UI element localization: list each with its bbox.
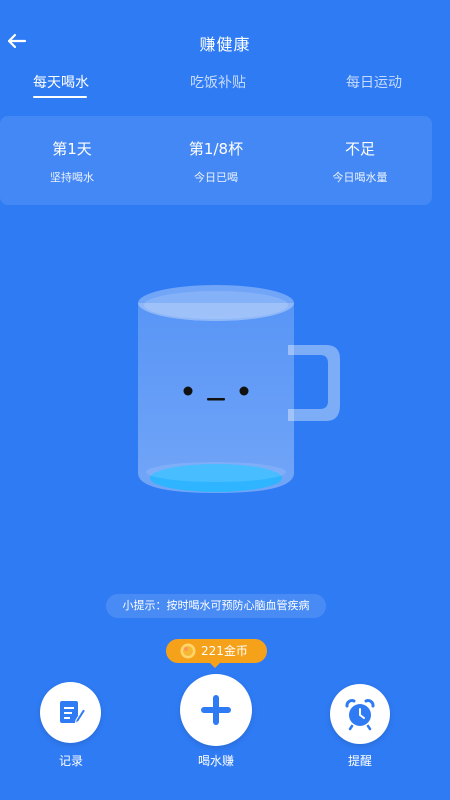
record-button[interactable]: 记录 (40, 682, 102, 772)
coin-badge-pointer (209, 662, 221, 668)
stat-label: 坚持喝水 (50, 171, 94, 184)
tab-meal-subsidy[interactable]: 吃饭补贴 (190, 72, 246, 92)
health-tip: 小提示：按时喝水可预防心脑血管疾病 (106, 594, 326, 618)
coin-text: 221金币 (201, 644, 248, 658)
drink-circle[interactable] (180, 674, 252, 746)
record-circle[interactable] (40, 682, 101, 743)
tab-daily-exercise[interactable]: 每日运动 (346, 72, 402, 92)
stat-label: 今日喝水量 (332, 171, 388, 184)
coin-badge: 221金币 (166, 639, 267, 663)
drink-earn-button[interactable]: 喝水赚 (180, 674, 252, 774)
edit-note-icon (60, 701, 87, 724)
record-label: 记录 (58, 754, 83, 768)
remind-button[interactable]: 提醒 (330, 684, 392, 772)
plus-icon (201, 695, 231, 725)
active-tab-indicator (33, 96, 87, 98)
alarm-clock-icon (345, 699, 375, 731)
remind-label: 提醒 (347, 754, 372, 768)
drink-label: 喝水赚 (197, 754, 234, 768)
water-cup-illustration (130, 275, 350, 505)
page-title: 赚健康 (199, 35, 251, 54)
tab-daily-water[interactable]: 每天喝水 (33, 72, 89, 92)
stat-value: 不足 (344, 140, 375, 158)
stat-value: 第1天 (52, 140, 92, 158)
stats-card: 第1天 坚持喝水 第1/8杯 今日已喝 不足 今日喝水量 (0, 116, 432, 205)
screen: 赚健康 每天喝水 吃饭补贴 每日运动 第1天 坚持喝水 第1/8杯 今日已喝 不… (0, 0, 450, 800)
stat-value: 第1/8杯 (188, 140, 244, 158)
stat-label: 今日已喝 (194, 171, 238, 184)
stat-streak-days: 第1天 坚持喝水 (0, 116, 144, 185)
remind-circle[interactable] (330, 684, 390, 744)
stat-water-amount: 不足 今日喝水量 (288, 116, 432, 185)
stat-cups-today: 第1/8杯 今日已喝 (144, 116, 288, 185)
coin-icon (180, 643, 196, 659)
